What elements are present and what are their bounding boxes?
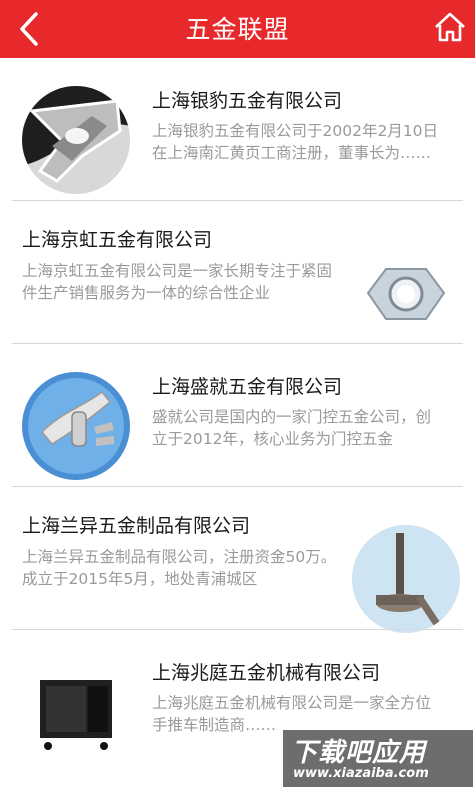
company-thumbnail (352, 239, 460, 347)
company-thumbnail (22, 658, 130, 766)
company-name: 上海兰异五金制品有限公司 (22, 515, 251, 537)
company-thumbnail (22, 372, 130, 480)
company-name: 上海银豹五金有限公司 (152, 90, 343, 112)
company-description: 上海银豹五金有限公司于2002年2月10日在上海南汇黄页工商注册，董事长为…… (152, 122, 439, 162)
watermark: 下载吧应用 www.xiazaiba.com (283, 730, 473, 787)
company-name: 上海盛就五金有限公司 (152, 376, 343, 398)
list-item[interactable]: 上海兰异五金制品有限公司 上海兰异五金制品有限公司，注册资金50万。成立于201… (0, 487, 475, 633)
company-name: 上海兆庭五金机械有限公司 (152, 662, 381, 684)
company-thumbnail (22, 86, 130, 194)
app-header: 五金联盟 (0, 0, 475, 58)
company-description: 上海京虹五金有限公司是一家长期专注于紧固件生产销售服务为一体的综合性企业 (22, 262, 333, 302)
company-name: 上海京虹五金有限公司 (22, 229, 213, 251)
list-item[interactable]: 上海盛就五金有限公司 盛就公司是国内的一家门控五金公司，创立于2012年，核心业… (0, 344, 475, 487)
watermark-url: www.xiazaiba.com (293, 766, 429, 781)
company-thumbnail (352, 525, 460, 633)
home-icon[interactable] (433, 10, 467, 44)
list-item[interactable]: 上海京虹五金有限公司 上海京虹五金有限公司是一家长期专注于紧固件生产销售服务为一… (0, 201, 475, 347)
company-description: 上海兰异五金制品有限公司，注册资金50万。成立于2015年5月，地处青浦城区 (22, 548, 337, 588)
page-title: 五金联盟 (185, 15, 290, 44)
company-list: 上海银豹五金有限公司 上海银豹五金有限公司于2002年2月10日在上海南汇黄页工… (0, 58, 475, 773)
list-item[interactable]: 上海银豹五金有限公司 上海银豹五金有限公司于2002年2月10日在上海南汇黄页工… (0, 58, 475, 201)
watermark-title: 下载吧应用 (291, 738, 427, 768)
company-description: 盛就公司是国内的一家门控五金公司，创立于2012年，核心业务为门控五金 (152, 408, 432, 448)
